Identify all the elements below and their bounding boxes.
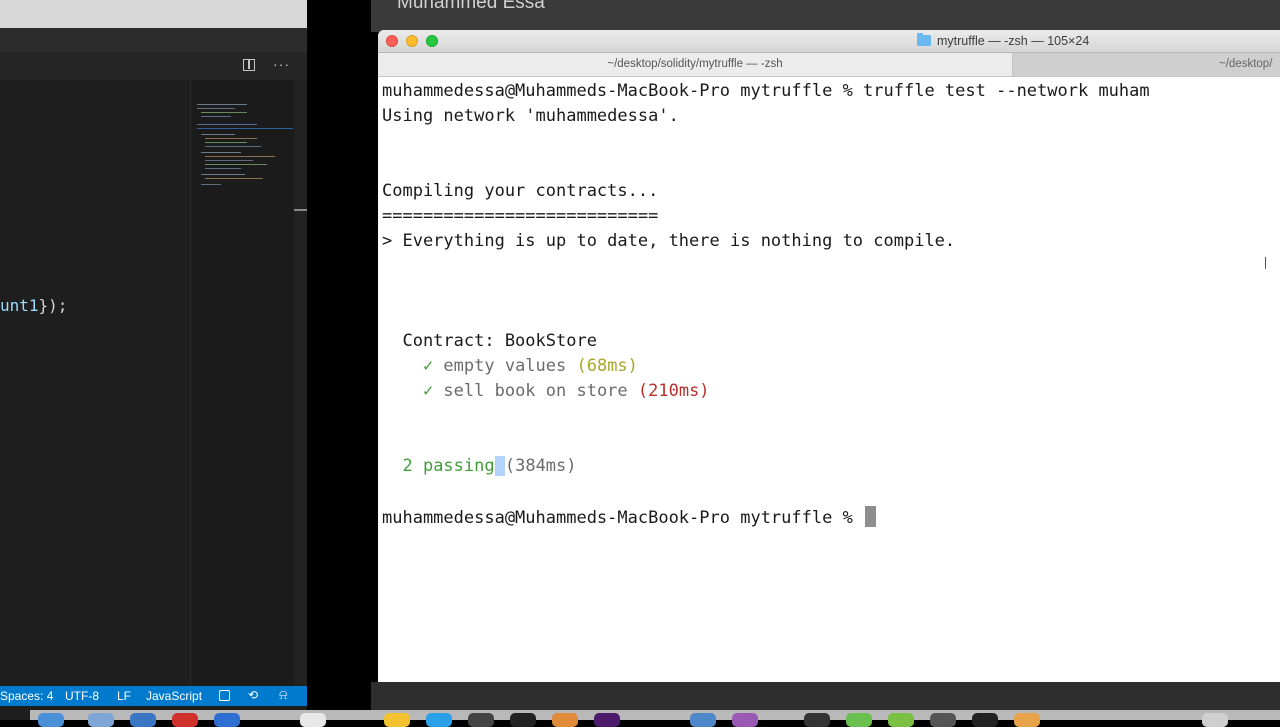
dock-app-icon[interactable] (426, 713, 452, 727)
tab-mytruffle[interactable]: ~/desktop/solidity/mytruffle — -zsh (378, 53, 1013, 76)
dock-app-icon[interactable] (594, 713, 620, 727)
dock-app-icon[interactable] (972, 713, 998, 727)
tab-label: ~/desktop/ (1219, 58, 1273, 70)
code-line: unt1}); (0, 296, 67, 315)
dock-app-icon[interactable] (1014, 713, 1040, 727)
live-share-icon[interactable]: ⟲ (248, 688, 258, 702)
indentation-status[interactable]: Spaces: 4 (0, 689, 53, 703)
terminal-toggle-icon[interactable] (219, 690, 230, 701)
terminal-dock-icon[interactable] (510, 713, 536, 727)
text-cursor (865, 506, 877, 527)
tab-desktop[interactable]: ~/desktop/ (1013, 53, 1280, 76)
vscode-window: ··· unt1}); Spaces: 4 UTF-8 LF JavaScrip… (0, 0, 307, 720)
dock-app-icon[interactable] (804, 713, 830, 727)
total-duration: (384ms) (504, 456, 577, 476)
code-variable: unt1 (0, 296, 39, 315)
dock-app-icon[interactable] (130, 713, 156, 727)
check-icon: ✓ (382, 381, 444, 401)
dock-app-icon[interactable] (300, 713, 326, 727)
test-duration: (210ms) (637, 381, 710, 401)
vscode-tabbar (0, 52, 307, 80)
test-name: empty values (443, 356, 577, 376)
maximize-window-button[interactable] (426, 35, 438, 47)
dock-app-icon[interactable] (384, 713, 410, 727)
terminal-tabbar: ~/desktop/solidity/mytruffle — -zsh ~/de… (378, 53, 1280, 77)
dock-app-icon[interactable] (88, 713, 114, 727)
passing-count: 2 passing (402, 456, 495, 476)
prompt-line: muhammedessa@Muhammeds-MacBook-Pro mytru… (382, 506, 877, 528)
tab-label: ~/desktop/solidity/mytruffle — -zsh (607, 58, 783, 70)
dock-app-icon[interactable] (690, 713, 716, 727)
check-icon: ✓ (382, 356, 444, 376)
notifications-bell-icon[interactable]: ⍾ (279, 687, 288, 703)
test-duration: (68ms) (576, 356, 638, 376)
window-title: mytruffle — -zsh — 105×24 (937, 34, 1090, 48)
background-strip (0, 0, 307, 28)
output-line: Compiling your contracts... (382, 181, 659, 201)
ibeam-cursor-icon (1265, 257, 1266, 269)
dock-app-icon[interactable] (468, 713, 494, 727)
test-result-row: ✓ empty values (68ms) (382, 356, 638, 376)
finder-icon[interactable] (38, 713, 64, 727)
dock-app-icon[interactable] (888, 713, 914, 727)
dock-app-icon[interactable] (172, 713, 198, 727)
minimize-window-button[interactable] (406, 35, 418, 47)
code-editor[interactable] (0, 80, 190, 686)
terminal-titlebar[interactable]: mytruffle — -zsh — 105×24 (378, 30, 1280, 53)
shell-prompt: muhammedessa@Muhammeds-MacBook-Pro mytru… (382, 508, 864, 528)
dock-app-icon[interactable] (214, 713, 240, 727)
language-mode-status[interactable]: JavaScript (146, 689, 202, 703)
vertical-scrollbar[interactable] (294, 80, 307, 686)
dock-app-icon[interactable] (930, 713, 956, 727)
code-suffix: }); (38, 296, 68, 315)
vscode-statusbar: Spaces: 4 UTF-8 LF JavaScript ⟲ ⍾ (0, 686, 307, 706)
output-line: > Everything is up to date, there is not… (382, 231, 956, 251)
command-text: truffle test --network muham (863, 81, 1150, 101)
test-name: sell book on store (443, 381, 638, 401)
trash-icon[interactable] (1202, 713, 1228, 727)
encoding-status[interactable]: UTF-8 (65, 689, 99, 703)
shell-prompt: muhammedessa@Muhammeds-MacBook-Pro mytru… (382, 81, 864, 101)
more-actions-icon[interactable]: ··· (273, 56, 290, 72)
minimap[interactable] (190, 80, 295, 686)
eol-status[interactable]: LF (117, 689, 131, 703)
desktop-background-bottom (371, 682, 1280, 710)
passing-summary: 2 passing (384ms) (382, 456, 577, 476)
dock-app-icon[interactable] (846, 713, 872, 727)
terminal-window: mytruffle — -zsh — 105×24 ~/desktop/soli… (378, 30, 1280, 682)
text-selection (494, 456, 505, 476)
folder-icon (917, 33, 931, 46)
split-editor-icon[interactable] (243, 59, 255, 71)
command-line: muhammedessa@Muhammeds-MacBook-Pro mytru… (382, 81, 1150, 101)
scroll-marker (294, 209, 307, 211)
terminal-output[interactable]: muhammedessa@Muhammeds-MacBook-Pro mytru… (382, 80, 1280, 680)
presenter-name: Muhammed Essa (397, 0, 545, 13)
close-window-button[interactable] (386, 35, 398, 47)
vscode-titlebar (0, 28, 307, 52)
dock-app-icon[interactable] (732, 713, 758, 727)
dock-app-icon[interactable] (552, 713, 578, 727)
output-line: Using network 'muhammedessa'. (382, 106, 679, 126)
contract-heading: Contract: BookStore (382, 331, 597, 351)
output-line: =========================== (382, 206, 659, 226)
test-result-row: ✓ sell book on store (210ms) (382, 381, 710, 401)
